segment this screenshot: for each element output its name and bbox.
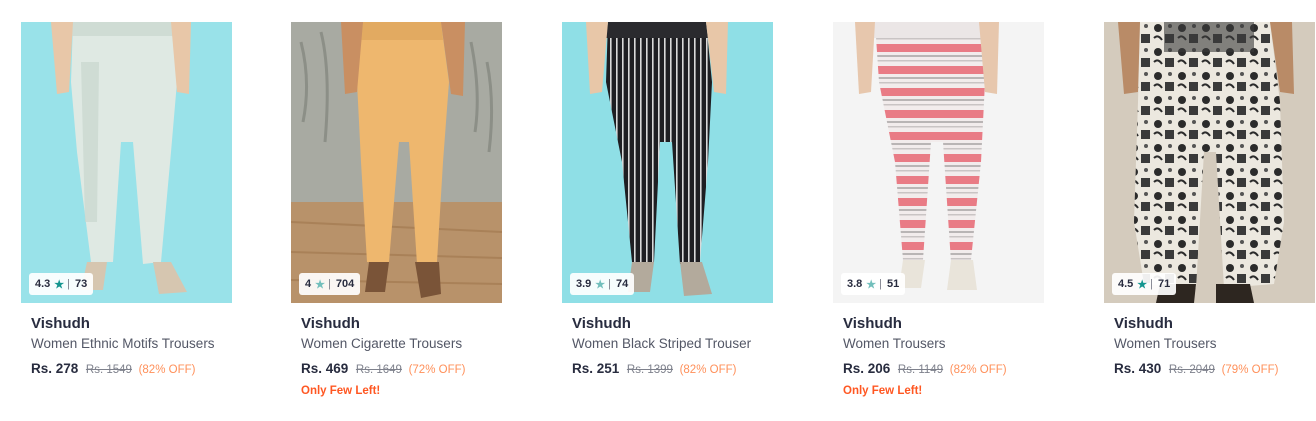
rating-separator: | xyxy=(608,278,612,290)
product-image[interactable] xyxy=(562,22,773,303)
star-icon: ★ xyxy=(54,278,65,291)
rating-count: 704 xyxy=(335,278,355,290)
rating-count: 51 xyxy=(887,278,900,290)
product-discount: (82% OFF) xyxy=(138,364,196,376)
rating-separator: | xyxy=(879,278,883,290)
product-image[interactable] xyxy=(1104,22,1315,303)
star-icon: ★ xyxy=(315,278,325,291)
product-name: Women Trousers xyxy=(843,336,946,351)
product-brand: Vishudh xyxy=(31,315,90,332)
product-brand: Vishudh xyxy=(1114,315,1173,332)
product-image[interactable] xyxy=(833,22,1044,303)
star-icon: ★ xyxy=(595,278,606,291)
rating-separator: | xyxy=(1150,278,1154,290)
product-brand: Vishudh xyxy=(843,315,902,332)
product-card[interactable]: 4.5 ★ | 71 Vishudh Women Trousers Rs. 43… xyxy=(1104,22,1315,412)
product-mrp: Rs. 2049 xyxy=(1168,364,1215,376)
product-brand: Vishudh xyxy=(572,315,631,332)
product-mrp: Rs. 1149 xyxy=(897,364,944,376)
rating-separator: | xyxy=(67,278,71,290)
star-icon: ★ xyxy=(866,278,877,291)
product-price: Rs. 469 xyxy=(301,361,349,376)
price-row: Rs. 278 Rs. 1549 (82% OFF) xyxy=(31,361,195,376)
price-row: Rs. 430 Rs. 2049 (79% OFF) xyxy=(1114,361,1278,376)
product-mrp: Rs. 1399 xyxy=(626,364,673,376)
stock-warning: Only Few Left! xyxy=(301,385,381,397)
product-name: Women Black Striped Trouser xyxy=(572,336,752,351)
product-image[interactable] xyxy=(291,22,502,303)
rating-value: 4.3 xyxy=(35,278,51,290)
product-card[interactable]: 3.8 ★ | 51 Vishudh Women Trousers Rs. 20… xyxy=(833,22,1044,412)
rating-count: 74 xyxy=(616,278,629,290)
product-card[interactable]: 3.9 ★ | 74 Vishudh Women Black Striped T… xyxy=(562,22,773,412)
rating-value: 3.8 xyxy=(847,278,863,290)
product-price: Rs. 278 xyxy=(31,361,79,376)
product-name: Women Cigarette Trousers xyxy=(301,336,463,351)
product-mrp: Rs. 1549 xyxy=(85,364,132,376)
rating-count: 71 xyxy=(1158,278,1171,290)
product-discount: (79% OFF) xyxy=(1221,364,1279,376)
price-row: Rs. 206 Rs. 1149 (82% OFF) xyxy=(843,361,1007,376)
rating-badge: 4 ★ | 704 xyxy=(299,273,361,295)
rating-count: 73 xyxy=(75,278,88,290)
product-brand: Vishudh xyxy=(301,315,360,332)
price-row: Rs. 469 Rs. 1649 (72% OFF) xyxy=(301,361,465,376)
rating-value: 4.5 xyxy=(1118,278,1134,290)
product-discount: (82% OFF) xyxy=(949,364,1007,376)
star-icon: ★ xyxy=(1137,278,1148,291)
rating-badge: 4.3 ★ | 73 xyxy=(29,273,94,295)
stock-warning: Only Few Left! xyxy=(843,385,923,397)
rating-value: 4 xyxy=(305,278,312,290)
product-image[interactable] xyxy=(21,22,232,303)
product-card[interactable]: 4.3 ★ | 73 Vishudh Women Ethnic Motifs T… xyxy=(21,22,232,412)
price-row: Rs. 251 Rs. 1399 (82% OFF) xyxy=(572,361,736,376)
product-discount: (82% OFF) xyxy=(679,364,737,376)
product-mrp: Rs. 1649 xyxy=(355,364,402,376)
rating-badge: 3.9 ★ | 74 xyxy=(570,273,635,295)
product-card[interactable]: 4 ★ | 704 Vishudh Women Cigarette Trouse… xyxy=(291,22,502,412)
product-name: Women Ethnic Motifs Trousers xyxy=(31,336,215,351)
product-discount: (72% OFF) xyxy=(408,364,466,376)
product-price: Rs. 251 xyxy=(572,361,620,376)
rating-separator: | xyxy=(328,278,331,290)
product-name: Women Trousers xyxy=(1114,336,1217,351)
product-price: Rs. 206 xyxy=(843,361,891,376)
rating-badge: 4.5 ★ | 71 xyxy=(1112,273,1177,295)
rating-badge: 3.8 ★ | 51 xyxy=(841,273,906,295)
product-price: Rs. 430 xyxy=(1114,361,1162,376)
rating-value: 3.9 xyxy=(576,278,592,290)
